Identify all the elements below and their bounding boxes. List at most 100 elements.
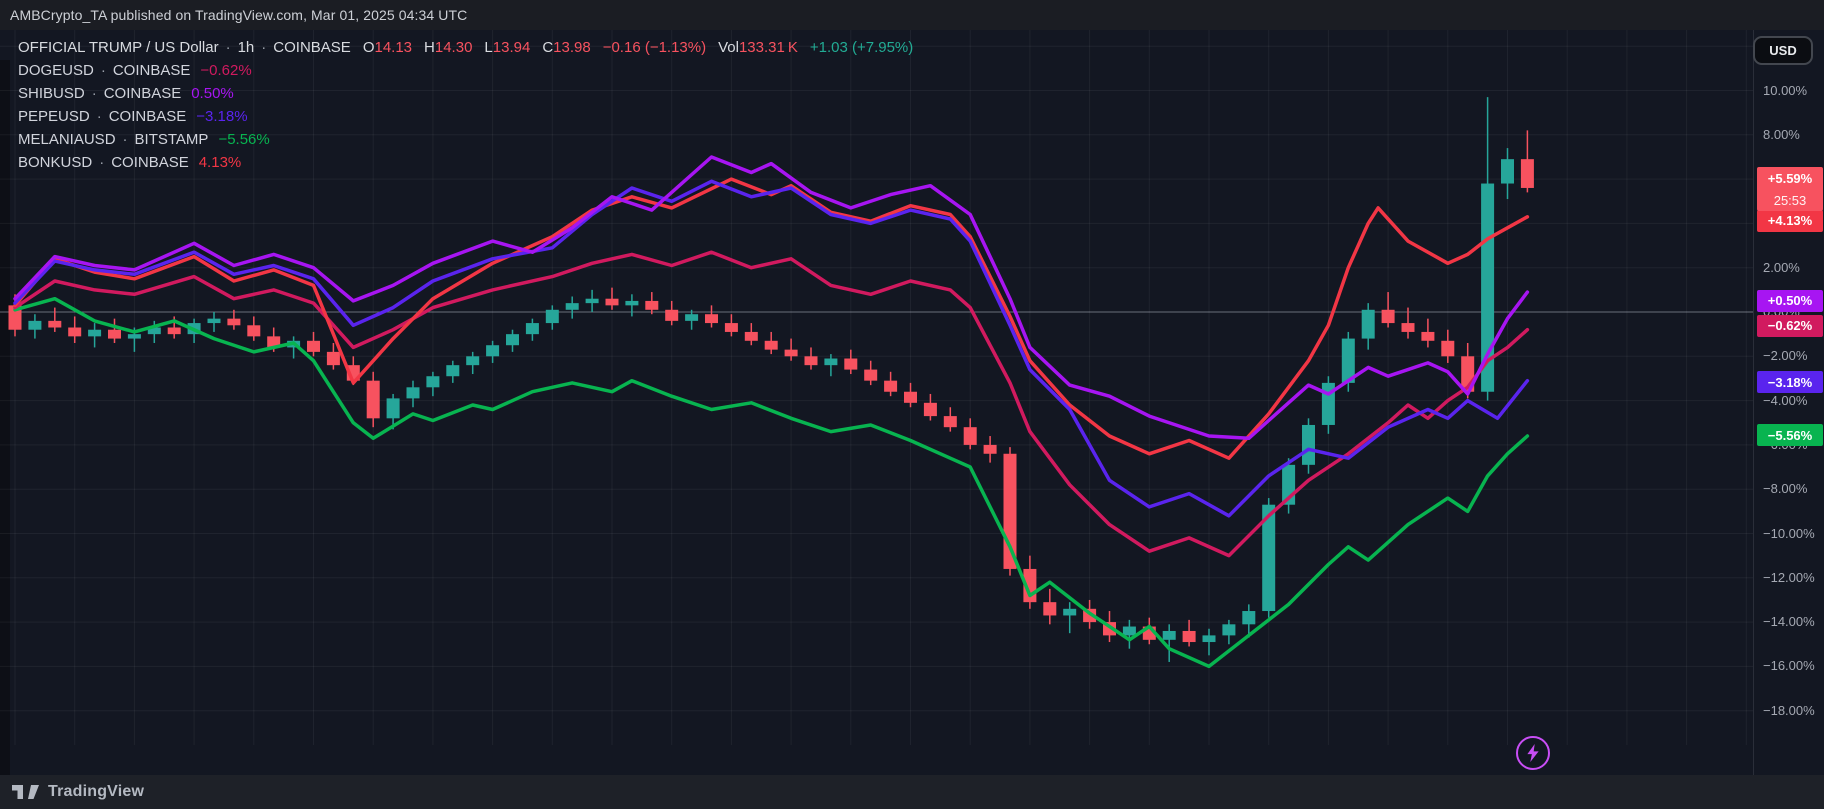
candle-body: [864, 370, 877, 381]
footer-bar: TradingView: [0, 775, 1824, 809]
price-axis-label: −16.00%: [1763, 658, 1815, 673]
candle-body: [665, 310, 678, 321]
compare-symbol: MELANIAUSD: [18, 131, 116, 148]
last-price-change: +5.59%: [1757, 167, 1823, 189]
candle-body: [466, 356, 479, 365]
currency-toggle-button[interactable]: USD: [1753, 36, 1813, 65]
candle-body: [1302, 425, 1315, 465]
candle-body: [625, 301, 638, 305]
compare-exchange: COINBASE: [109, 108, 187, 125]
candle-body: [1043, 602, 1056, 615]
price-axis-label: 10.00%: [1763, 83, 1807, 98]
chart-pane[interactable]: OFFICIAL TRUMP / US Dollar · 1h · COINBA…: [0, 30, 1824, 775]
candle-body: [725, 323, 738, 332]
open-value: 14.13: [374, 39, 412, 56]
candle-body: [526, 323, 539, 334]
price-axis-label: −4.00%: [1763, 393, 1807, 408]
tradingview-wordmark[interactable]: TradingView: [48, 783, 144, 801]
price-axis-label: −14.00%: [1763, 614, 1815, 629]
candle-body: [367, 381, 380, 419]
compare-price-badge-shib: +0.50%: [1757, 290, 1823, 312]
price-axis-label: −10.00%: [1763, 526, 1815, 541]
candle-body: [1362, 310, 1375, 339]
legend-compare-row-shibusd[interactable]: SHIBUSD·COINBASE0.50%: [18, 82, 913, 105]
candle-body: [1203, 635, 1216, 642]
compare-price-badge-doge: −0.62%: [1757, 315, 1823, 337]
candle-body: [1441, 341, 1454, 357]
compare-price-badge-pepe: −3.18%: [1757, 371, 1823, 393]
candle-body: [227, 319, 240, 326]
volume-label: Vol: [718, 39, 739, 56]
candle-body: [128, 334, 141, 338]
legend-compare-rows: DOGEUSD·COINBASE−0.62%SHIBUSD·COINBASE0.…: [18, 59, 913, 174]
close-value: 13.98: [553, 39, 591, 56]
close-label: C: [542, 39, 553, 56]
legend-compare-row-bonkusd[interactable]: BONKUSD · COINBASE 4.13%: [18, 151, 913, 174]
lightning-bolt-glyph: [1525, 744, 1541, 762]
candle-body: [785, 350, 798, 357]
candle-body: [426, 376, 439, 387]
compare-change-value: 4.13%: [199, 154, 242, 171]
candle-body: [1421, 332, 1434, 341]
candle-body: [208, 319, 221, 323]
candle-body: [944, 416, 957, 427]
candle-body: [88, 330, 101, 337]
candle-body: [1402, 323, 1415, 332]
price-axis[interactable]: 10.00%8.00%6.00%4.00%2.00%0.00%−2.00%−4.…: [1753, 30, 1824, 775]
candle-body: [844, 359, 857, 370]
compare-exchange: COINBASE: [111, 154, 189, 171]
high-label: H: [424, 39, 435, 56]
candle-body: [765, 341, 778, 350]
main-symbol-interval: 1h: [238, 39, 255, 56]
high-value: 14.30: [435, 39, 473, 56]
compare-symbol: PEPEUSD: [18, 108, 90, 125]
candle-body: [247, 325, 260, 336]
compare-change-value: −3.18%: [196, 108, 247, 125]
candle-body: [884, 381, 897, 392]
legend-compare-row-pepeusd[interactable]: PEPEUSD · COINBASE −3.18%: [18, 105, 913, 128]
price-axis-label: −8.00%: [1763, 481, 1807, 496]
price-axis-label: −18.00%: [1763, 703, 1815, 718]
lightning-mode-icon[interactable]: [1516, 736, 1550, 770]
candle-body: [824, 359, 837, 366]
legend-separator: ·: [261, 39, 266, 56]
tradingview-logo-icon: [12, 783, 40, 801]
main-symbol-exchange: COINBASE: [273, 39, 351, 56]
candle-body: [586, 299, 599, 303]
candle-body: [68, 328, 81, 337]
main-symbol-title: OFFICIAL TRUMP / US Dollar: [18, 39, 219, 56]
price-axis-label: 8.00%: [1763, 127, 1800, 142]
compare-line-dogeusd: [15, 252, 1527, 555]
legend-compare-row-dogeusd[interactable]: DOGEUSD·COINBASE−0.62%: [18, 59, 913, 82]
candle-body: [745, 332, 758, 341]
low-label: L: [484, 39, 492, 56]
compare-symbol: BONKUSD: [18, 154, 92, 171]
price-axis-label: −12.00%: [1763, 570, 1815, 585]
candle-body: [984, 445, 997, 454]
candle-body: [327, 352, 340, 365]
compare-line-bonkusd: [15, 179, 1527, 458]
candle-body: [1382, 310, 1395, 323]
low-value: 13.94: [493, 39, 531, 56]
legend-main-symbol-row[interactable]: OFFICIAL TRUMP / US Dollar · 1h · COINBA…: [18, 36, 913, 59]
publish-attribution-text: AMBCrypto_TA published on TradingView.co…: [10, 7, 467, 23]
legend-separator: ·: [97, 108, 102, 125]
candle-close-countdown: 25:53: [1757, 189, 1823, 211]
legend-compare-row-melaniausd[interactable]: MELANIAUSD·BITSTAMP−5.56%: [18, 128, 913, 151]
candle-body: [506, 334, 519, 345]
candle-body: [805, 356, 818, 365]
candle-change: −0.16 (−1.13%): [603, 39, 706, 56]
compare-price-badge-melania: −5.56%: [1757, 424, 1823, 446]
legend-separator: ·: [99, 154, 104, 171]
candle-body: [1004, 454, 1017, 569]
open-label: O: [363, 39, 375, 56]
candle-body: [645, 301, 658, 310]
candle-body: [546, 310, 559, 323]
candle-body: [924, 403, 937, 416]
compare-exchange: COINBASE: [113, 62, 191, 79]
price-axis-label: 2.00%: [1763, 260, 1800, 275]
candle-body: [387, 398, 400, 418]
range-change: +1.03 (+7.95%): [810, 39, 913, 56]
candle-body: [486, 345, 499, 356]
tradingview-published-chart: AMBCrypto_TA published on TradingView.co…: [0, 0, 1824, 809]
